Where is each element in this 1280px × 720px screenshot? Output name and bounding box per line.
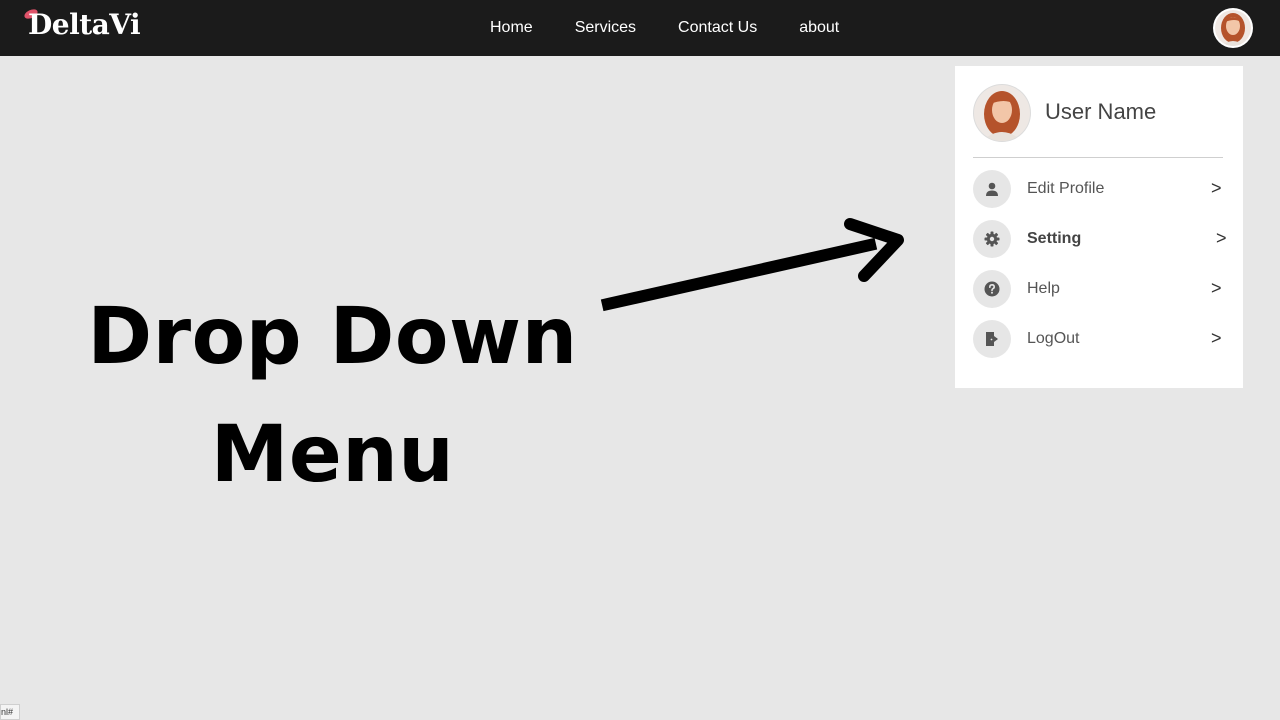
chevron-right-icon: > [1211,278,1222,298]
user-avatar [973,84,1031,142]
menu-label-setting: Setting [1027,230,1082,247]
pointer-arrow [600,218,904,312]
brand-logo[interactable]: DeltaVi [28,7,141,43]
nav-link-about[interactable]: about [799,19,839,37]
menu-item-help[interactable]: Help > [973,268,1229,308]
logout-icon [973,320,1011,358]
main-nav: Home Services Contact Us about [490,0,881,56]
menu-label-logout: LogOut [1027,330,1080,347]
menu-label-help: Help [1027,280,1060,297]
status-url-tag: nl# [0,704,20,720]
hero-line-1: Drop Down [87,292,578,382]
profile-dropdown: User Name Edit Profile > Setting > Help … [955,66,1243,388]
hero-title: Drop Down Menu [60,278,605,514]
nav-link-services[interactable]: Services [575,19,636,37]
chevron-right-icon: > [1211,178,1222,198]
menu-item-edit-profile[interactable]: Edit Profile > [973,168,1229,208]
chevron-right-icon: > [1216,228,1227,248]
menu-item-setting[interactable]: Setting > [973,218,1229,258]
divider [973,157,1223,158]
hero-line-2: Menu [210,410,455,500]
user-info: User Name [973,84,1225,144]
gear-icon [973,220,1011,258]
chevron-right-icon: > [1211,328,1222,348]
user-name: User Name [1045,99,1157,124]
avatar[interactable] [1213,8,1253,48]
top-navbar: DeltaVi Home Services Contact Us about [0,0,1280,56]
person-icon [973,170,1011,208]
nav-link-home[interactable]: Home [490,19,533,37]
menu-item-logout[interactable]: LogOut > [973,318,1229,358]
question-icon [973,270,1011,308]
menu-label-edit-profile: Edit Profile [1027,180,1105,197]
nav-link-contact[interactable]: Contact Us [678,19,757,37]
